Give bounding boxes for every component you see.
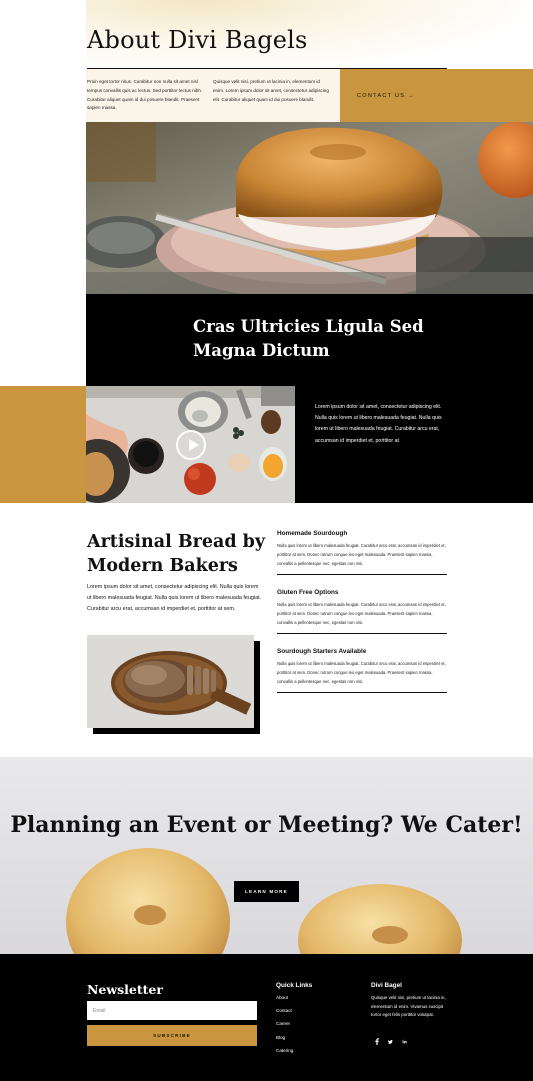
quick-link-blog[interactable]: Blog [276, 1034, 293, 1047]
email-field[interactable] [87, 1001, 257, 1020]
faq-divider [277, 573, 447, 575]
faq-divider [277, 632, 447, 634]
intro-text-left: Proin eget tortor risus. Curabitur non n… [87, 79, 203, 111]
catering-title: Planning an Event or Meeting? We Cater! [10, 812, 523, 838]
faq-item-title: Sourdough Starters Available [277, 648, 367, 655]
newsletter-title: Newsletter [87, 982, 163, 997]
subscribe-label: SUBSCRIBE [153, 1033, 191, 1038]
faq-item-text: Nulla quis lorem ut libero malesuada feu… [277, 661, 446, 685]
twitter-icon[interactable] [388, 1038, 393, 1045]
bagel-photo [86, 122, 533, 294]
contact-us-label: CONTACT US → [357, 93, 415, 99]
artisinal-text: Lorem ipsum dolor sit amet, consectetur … [87, 584, 262, 612]
subscribe-button[interactable]: SUBSCRIBE [87, 1025, 257, 1046]
bread-photo [87, 635, 254, 728]
faq-item-text: Nulla quis lorem ut libero malesuada feu… [277, 543, 446, 567]
learn-more-label: LEARN MORE [245, 889, 288, 894]
artisinal-title: Artisinal Bread by Modern Bakers [87, 532, 266, 576]
learn-more-button[interactable]: LEARN MORE [234, 881, 299, 902]
page-title: About Divi Bagels [87, 26, 308, 54]
faq-item-title: Gluten Free Options [277, 589, 339, 596]
contact-us-button[interactable]: CONTACT US → [340, 69, 533, 123]
catering-background-photo [0, 757, 533, 954]
faq-item: Homemade Sourdough Nulla quis lorem ut l… [277, 530, 447, 575]
feature-text: Lorem ipsum dolor sit amet, consectetur … [315, 404, 442, 444]
gold-accent-block [0, 386, 100, 503]
intro-text-right: Quisque velit nisi, pretium ut lacinia i… [213, 79, 329, 102]
quick-links-title: Quick Links [276, 982, 313, 989]
faq-item-text: Nulla quis lorem ut libero malesuada feu… [277, 602, 446, 626]
feature-title: Cras Ultricies Ligula Sed Magna Dictum [193, 317, 424, 360]
faq-item-title: Homemade Sourdough [277, 530, 348, 537]
footer-brand-title: Divi Bagel [371, 982, 402, 989]
facebook-icon[interactable] [374, 1038, 379, 1045]
faq-divider [277, 691, 447, 693]
social-links [374, 1038, 407, 1045]
footer-brand-text: Quisque velit nisi, pretium ut lacinia i… [371, 995, 446, 1018]
quick-link-career[interactable]: Career [276, 1020, 293, 1033]
linkedin-icon[interactable] [402, 1038, 407, 1045]
quick-link-about[interactable]: About [276, 994, 293, 1007]
faq-item: Gluten Free Options Nulla quis lorem ut … [277, 589, 447, 634]
footer [0, 954, 533, 1081]
play-video-button[interactable] [176, 430, 206, 460]
quick-link-catering[interactable]: Catering [276, 1047, 293, 1060]
quick-links-list: About Contact Career Blog Catering [276, 994, 293, 1060]
faq-item: Sourdough Starters Available Nulla quis … [277, 648, 447, 693]
quick-link-contact[interactable]: Contact [276, 1007, 293, 1020]
